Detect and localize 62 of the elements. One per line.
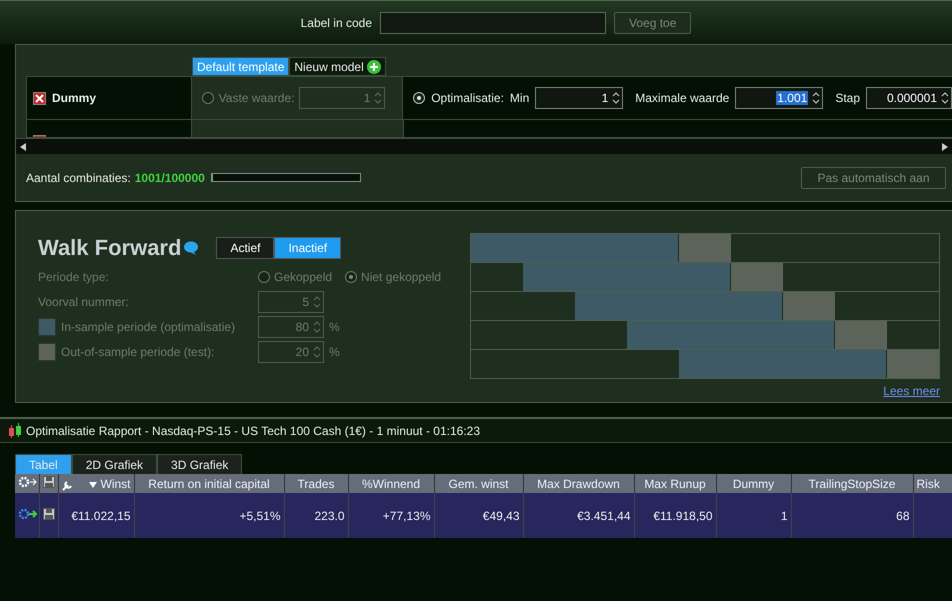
report-title: Optimalisatie Rapport - Nasdaq-PS-15 - US Tech 100 Cash (1€) - 1 minuut - 01:16:23 bbox=[26, 424, 480, 438]
table-cell: €11.918,50 bbox=[634, 493, 716, 538]
save-icon[interactable] bbox=[42, 508, 54, 520]
table-cell: 223.0 bbox=[284, 493, 348, 538]
report-tab[interactable]: 3D Grafiek bbox=[157, 454, 242, 474]
radio-button[interactable] bbox=[413, 92, 426, 104]
wrench-icon[interactable] bbox=[62, 480, 72, 490]
table-cell: 1 bbox=[716, 493, 791, 538]
report-tab[interactable]: 2D Grafiek bbox=[72, 454, 158, 474]
table-cell: €3.451,44 bbox=[523, 493, 634, 538]
candlestick-icon bbox=[8, 422, 22, 438]
period-type-label: Periode type: bbox=[38, 270, 110, 284]
template-tab[interactable]: Default template bbox=[192, 57, 290, 76]
column-header[interactable]: Risk bbox=[913, 474, 952, 493]
unit-label: % bbox=[329, 345, 340, 359]
column-header[interactable]: Winst bbox=[58, 474, 134, 493]
field-label: Voorval nummer: bbox=[38, 295, 129, 309]
period-option-label: Niet gekoppeld bbox=[361, 270, 442, 284]
number-field[interactable]: 1 bbox=[299, 87, 386, 109]
column-header[interactable]: Dummy bbox=[716, 474, 791, 493]
column-header[interactable]: TrailingStopSize bbox=[791, 474, 913, 493]
column-header[interactable]: Max Drawdown bbox=[523, 474, 634, 493]
min-label: Min bbox=[510, 91, 530, 105]
template-tab[interactable]: Nieuw model bbox=[289, 57, 386, 76]
number-field[interactable]: 0.000001 bbox=[866, 87, 952, 109]
period-option-label: Gekoppeld bbox=[274, 270, 332, 284]
table-cell: +5,51% bbox=[134, 493, 284, 538]
fixed-value-label: Vaste waarde: bbox=[218, 91, 294, 105]
column-header[interactable]: Return on initial capital bbox=[134, 474, 284, 493]
label-text: Label in code bbox=[300, 16, 372, 30]
sort-down-icon bbox=[88, 482, 96, 488]
gear-arrow-icon[interactable] bbox=[18, 508, 38, 520]
scroll-left-icon[interactable] bbox=[20, 142, 26, 150]
scroll-right-icon[interactable] bbox=[942, 142, 948, 150]
combinations-count: 1001/100000 bbox=[134, 170, 205, 184]
step-label: Stap bbox=[835, 91, 860, 105]
radio-button[interactable] bbox=[202, 92, 214, 104]
table-cell: €49,43 bbox=[434, 493, 523, 538]
number-field[interactable]: 1 bbox=[535, 87, 624, 109]
plus-icon[interactable] bbox=[366, 60, 381, 74]
field-label: In-sample periode (optimalisatie) bbox=[61, 320, 236, 334]
gear-arrow-icon[interactable] bbox=[18, 476, 38, 488]
field-label: Out-of-sample periode (test): bbox=[61, 345, 214, 359]
unit-label: % bbox=[329, 320, 340, 334]
report-tab[interactable]: Tabel bbox=[15, 454, 72, 474]
horizontal-scrollbar[interactable] bbox=[16, 138, 952, 154]
column-header[interactable]: Max Runup bbox=[634, 474, 716, 493]
save-icon[interactable] bbox=[42, 476, 54, 488]
optimize-label: Optimalisatie: bbox=[431, 91, 504, 105]
number-field[interactable]: 1.001 bbox=[735, 87, 824, 109]
column-header[interactable]: %Winnend bbox=[348, 474, 434, 493]
combinations-label: Aantal combinaties: bbox=[26, 170, 131, 184]
parameter-name: Dummy bbox=[52, 91, 96, 105]
table-cell: +77,13% bbox=[348, 493, 434, 538]
label-input-field[interactable] bbox=[380, 12, 606, 34]
column-header[interactable]: Trades bbox=[284, 474, 348, 493]
table-cell: €11.022,15 bbox=[58, 493, 134, 538]
table-cell: 68 bbox=[791, 493, 913, 538]
walk-forward-title: Walk Forward bbox=[38, 235, 182, 261]
max-label: Maximale waarde bbox=[635, 91, 730, 105]
checkbox[interactable] bbox=[33, 92, 46, 104]
column-header[interactable]: Gem. winst bbox=[434, 474, 523, 493]
